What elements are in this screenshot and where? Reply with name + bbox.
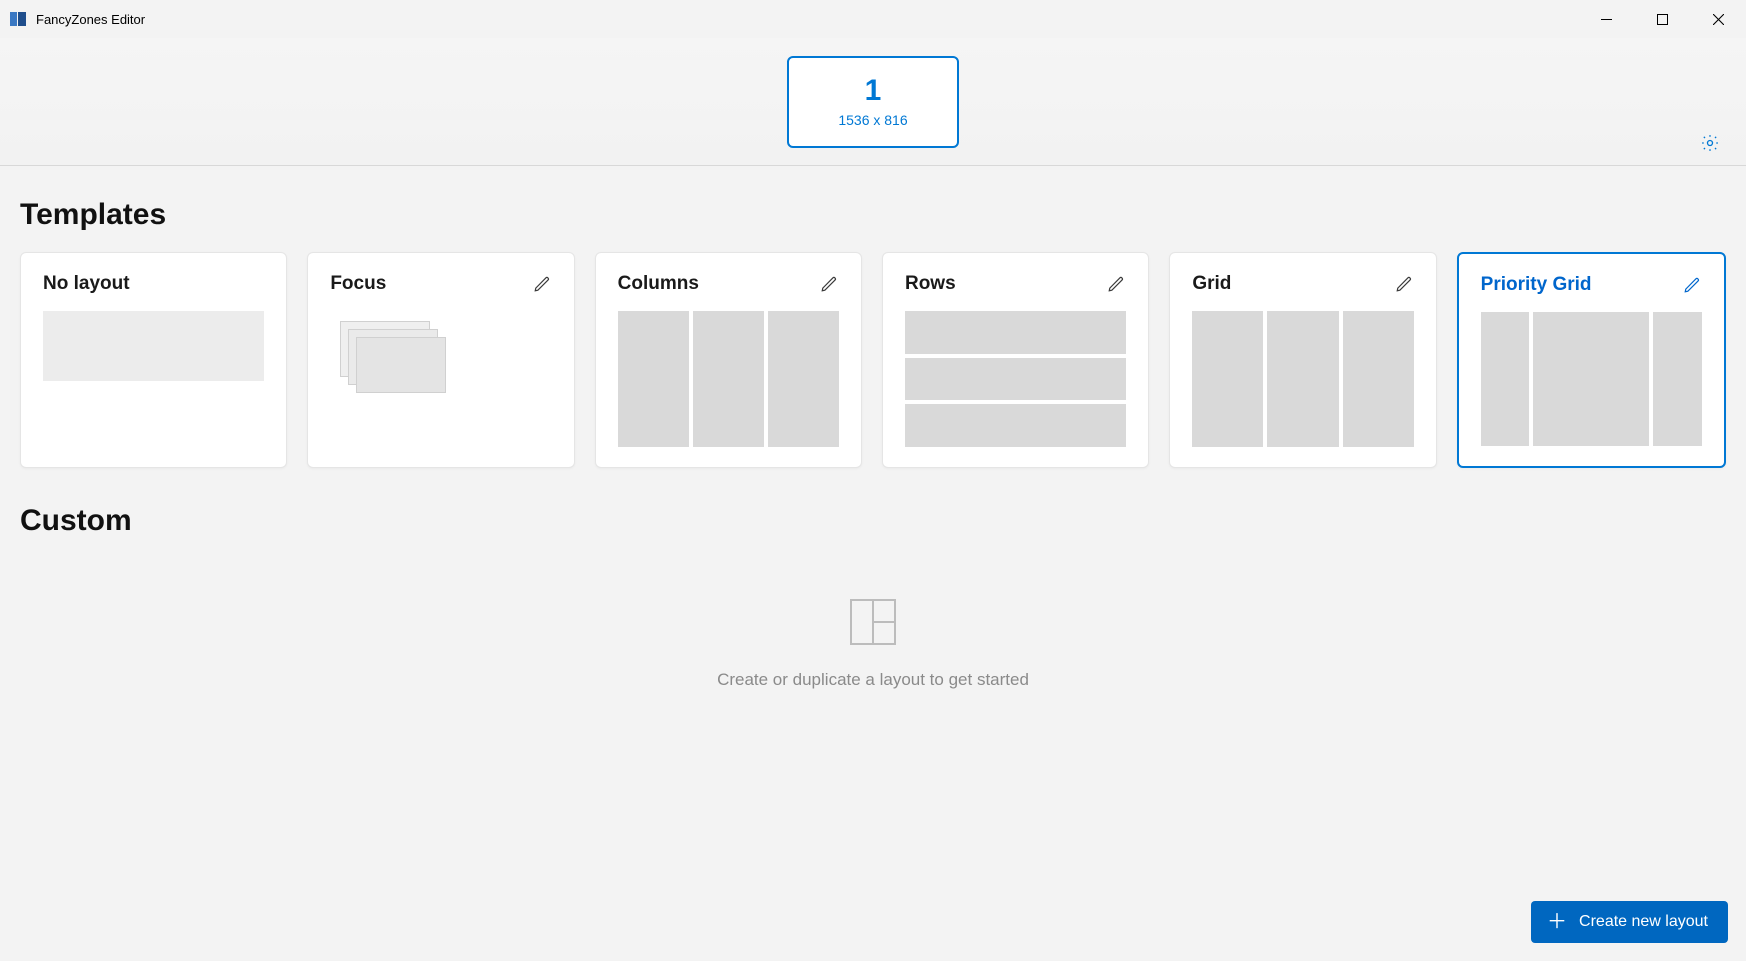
create-new-layout-button[interactable]: ＋ Create new layout [1531, 901, 1728, 943]
window-controls [1578, 0, 1746, 38]
template-card-columns[interactable]: Columns [595, 252, 862, 468]
template-title: No layout [43, 273, 130, 295]
template-preview [43, 311, 264, 447]
close-button[interactable] [1690, 0, 1746, 38]
edit-icon[interactable] [1106, 274, 1126, 294]
templates-grid: No layout Focus C [20, 252, 1726, 468]
edit-icon[interactable] [819, 274, 839, 294]
edit-icon[interactable] [1682, 275, 1702, 295]
monitor-number: 1 [865, 76, 882, 106]
content: Templates No layout Focus [0, 166, 1746, 690]
app-icon [10, 11, 26, 27]
custom-empty-state: Create or duplicate a layout to get star… [20, 558, 1726, 690]
template-title: Columns [618, 273, 699, 295]
template-preview [618, 311, 839, 447]
edit-icon[interactable] [1394, 274, 1414, 294]
titlebar: FancyZones Editor [0, 0, 1746, 38]
template-title: Rows [905, 273, 956, 295]
template-preview [1481, 312, 1702, 446]
window-title: FancyZones Editor [36, 12, 145, 27]
layout-empty-icon [849, 598, 897, 646]
custom-empty-text: Create or duplicate a layout to get star… [717, 670, 1029, 690]
template-title: Priority Grid [1481, 274, 1592, 296]
template-title: Grid [1192, 273, 1231, 295]
template-card-focus[interactable]: Focus [307, 252, 574, 468]
template-card-priority-grid[interactable]: Priority Grid [1457, 252, 1726, 468]
custom-heading: Custom [20, 504, 1726, 538]
settings-button[interactable] [1698, 131, 1722, 155]
template-card-no-layout[interactable]: No layout [20, 252, 287, 468]
edit-icon[interactable] [532, 274, 552, 294]
templates-heading: Templates [20, 198, 1726, 232]
template-card-rows[interactable]: Rows [882, 252, 1149, 468]
monitor-resolution: 1536 x 816 [838, 112, 907, 128]
create-new-layout-label: Create new layout [1579, 913, 1708, 931]
template-title: Focus [330, 273, 386, 295]
monitor-header: 1 1536 x 816 [0, 38, 1746, 166]
monitor-card[interactable]: 1 1536 x 816 [787, 56, 959, 148]
template-preview [905, 311, 1126, 447]
custom-section: Custom Create or duplicate a layout to g… [20, 504, 1726, 690]
template-preview [330, 311, 551, 447]
minimize-button[interactable] [1578, 0, 1634, 38]
plus-icon: ＋ [1547, 912, 1567, 932]
template-preview [1192, 311, 1413, 447]
template-card-grid[interactable]: Grid [1169, 252, 1436, 468]
maximize-button[interactable] [1634, 0, 1690, 38]
